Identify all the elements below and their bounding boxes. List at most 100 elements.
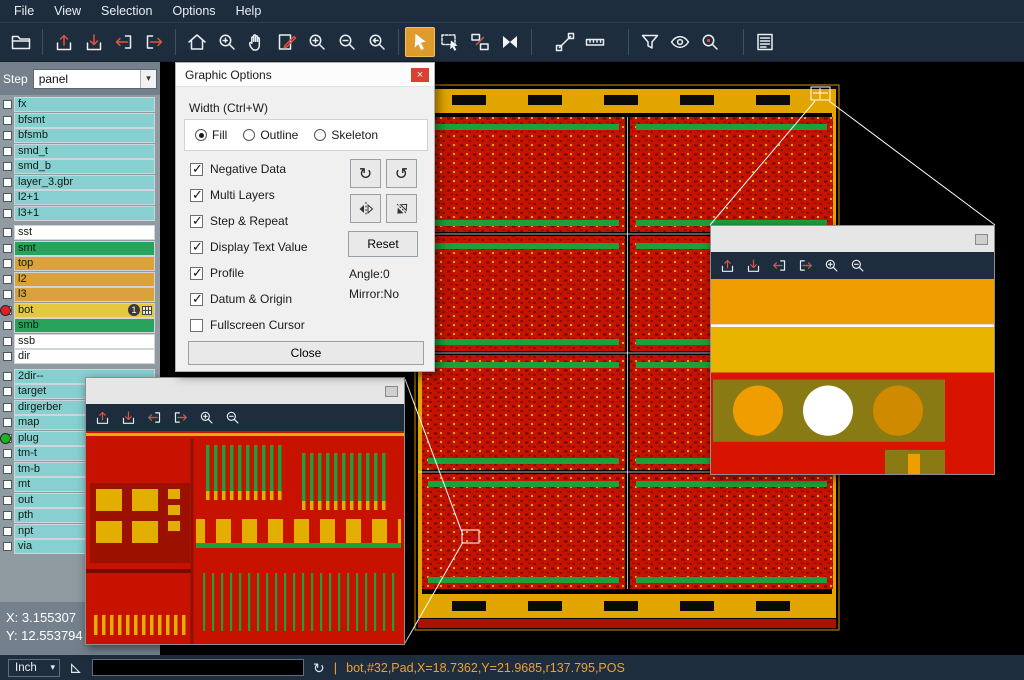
diagonal-measure-button[interactable] [550,27,580,57]
close-button[interactable]: Close [188,341,424,365]
layer-row[interactable]: ssb [0,334,160,350]
magnifier-titlebar[interactable] [711,226,994,252]
refresh-icon[interactable]: ↻ [313,661,325,675]
layer-row[interactable]: bfsmt [0,113,160,129]
layer-row[interactable]: smd_t [0,144,160,160]
layer-name[interactable]: l3+1 [14,206,155,221]
layer-visibility-checkbox[interactable] [3,100,12,109]
zoom-out-button[interactable] [332,27,362,57]
layer-row[interactable]: layer_3.gbr [0,175,160,191]
layer-visibility-checkbox[interactable] [3,321,12,330]
select-window-button[interactable] [435,27,465,57]
step-back-button[interactable] [767,255,791,277]
layer-row[interactable]: fx [0,97,160,113]
layer-visibility-checkbox[interactable] [3,527,12,536]
unit-combobox[interactable]: Inch ▾ [8,659,60,677]
checkbox-box[interactable] [190,215,203,228]
layer-visibility-checkbox[interactable] [3,352,12,361]
layer-name[interactable]: smt [14,241,155,256]
layer-visibility-checkbox[interactable] [3,387,12,396]
layer-row[interactable]: top [0,256,160,272]
export-up-button[interactable] [49,27,79,57]
layer-name[interactable]: top [14,256,155,271]
ruler-measure-button[interactable] [580,27,610,57]
close-icon[interactable]: × [411,68,429,82]
zoom-previous-button[interactable] [362,27,392,57]
checkbox-datum-origin[interactable]: Datum & Origin [190,291,292,307]
magnifier-window-1[interactable] [85,377,405,645]
window-restore-button[interactable] [385,386,398,397]
layer-row[interactable]: sst [0,225,160,241]
radio-outline[interactable]: Outline [243,128,298,142]
layer-visibility-checkbox[interactable] [3,228,12,237]
layer-row[interactable]: smb [0,318,160,334]
layer-name[interactable]: smd_t [14,144,155,159]
menu-view[interactable]: View [44,2,91,20]
home-view-button[interactable] [182,27,212,57]
layer-name[interactable]: bfsmt [14,113,155,128]
select-cursor-button[interactable] [405,27,435,57]
radio-button[interactable] [195,129,207,141]
window-restore-button[interactable] [975,234,988,245]
layer-visibility-checkbox[interactable] [3,372,12,381]
layer-visibility-checkbox[interactable] [3,259,12,268]
checkbox-box[interactable] [190,267,203,280]
net-search-button[interactable] [695,27,725,57]
pan-hand-button[interactable] [242,27,272,57]
dialog-titlebar[interactable]: Graphic Options × [176,63,434,87]
checkbox-box[interactable] [190,241,203,254]
checkbox-step-repeat[interactable]: Step & Repeat [190,213,288,229]
layer-name[interactable]: layer_3.gbr [14,175,155,190]
layer-name[interactable]: smb [14,318,155,333]
select-reference-button[interactable] [465,27,495,57]
layer-name[interactable]: sst [14,225,155,240]
step-combobox[interactable]: panel ▾ [33,69,157,89]
layer-visibility-checkbox[interactable] [3,542,12,551]
step-back-button[interactable] [142,407,166,429]
step-forward-button[interactable] [139,27,169,57]
layer-visibility-checkbox[interactable] [3,193,12,202]
radio-button[interactable] [314,129,326,141]
import-down-button[interactable] [79,27,109,57]
radio-fill[interactable]: Fill [195,128,227,142]
layer-row[interactable]: smd_b [0,159,160,175]
view-options-button[interactable] [665,27,695,57]
zoom-window-button[interactable] [212,27,242,57]
layer-visibility-checkbox[interactable] [3,337,12,346]
layer-row-active[interactable]: bot1 [0,303,160,319]
zoom-out-button[interactable] [845,255,869,277]
layer-row[interactable]: l3 [0,287,160,303]
command-input[interactable] [92,659,304,676]
layer-visibility-checkbox[interactable] [3,465,12,474]
checkbox-box[interactable] [190,319,203,332]
layer-visibility-checkbox[interactable] [3,162,12,171]
checkbox-box[interactable] [190,293,203,306]
layer-visibility-checkbox[interactable] [3,496,12,505]
layer-visibility-checkbox[interactable] [3,131,12,140]
filter-button[interactable] [635,27,665,57]
graphic-options-dialog[interactable]: Graphic Options × Width (Ctrl+W) Fill Ou… [175,62,435,372]
checkbox-multi-layers[interactable]: Multi Layers [190,187,275,203]
layer-name[interactable]: dir [14,349,155,364]
layer-visibility-checkbox[interactable] [3,290,12,299]
layer-name[interactable]: ssb [14,334,155,349]
open-file-button[interactable] [6,27,36,57]
mirror-tool-button[interactable] [495,27,525,57]
export-up-button[interactable] [90,407,114,429]
zoom-out-button[interactable] [220,407,244,429]
mirror-diagonal-button[interactable] [386,194,417,223]
layer-name[interactable]: smd_b [14,159,155,174]
layer-row[interactable]: smt [0,241,160,257]
rotate-ccw-button[interactable]: ↺ [386,159,417,188]
rotate-cw-button[interactable]: ↻ [350,159,381,188]
layer-name[interactable]: l2 [14,272,155,287]
layer-name[interactable]: fx [14,97,155,112]
zoom-in-button[interactable] [819,255,843,277]
import-down-button[interactable] [116,407,140,429]
magnifier-titlebar[interactable] [86,378,404,404]
polygon-edit-button[interactable] [272,27,302,57]
radio-skeleton[interactable]: Skeleton [314,128,378,142]
menu-help[interactable]: Help [226,2,272,20]
layer-row[interactable]: dir [0,349,160,365]
layer-name[interactable]: bot1 [14,303,155,318]
